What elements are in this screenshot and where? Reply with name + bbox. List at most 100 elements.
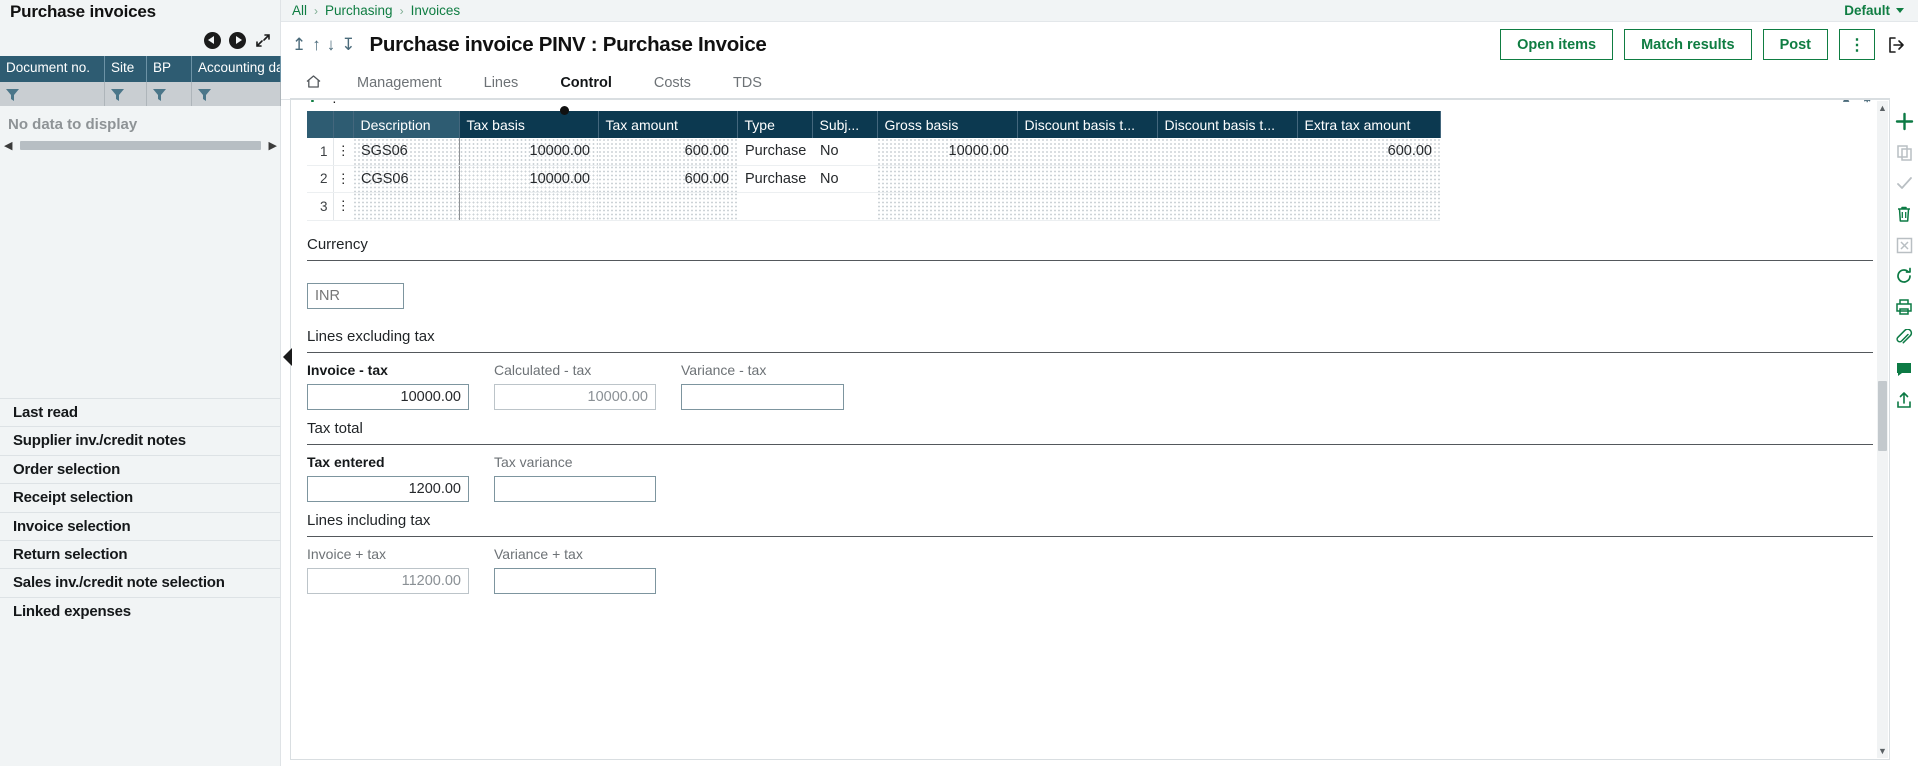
column-header-tax-basis[interactable]: Tax basis — [459, 111, 599, 138]
tab-tds[interactable]: TDS — [712, 67, 783, 100]
column-header-accounting-date[interactable]: Accounting da — [192, 56, 281, 82]
profile-label[interactable]: Default — [1844, 3, 1890, 18]
filter-cell-accounting-date[interactable] — [192, 82, 281, 106]
breadcrumb-all[interactable]: All — [292, 3, 307, 18]
circle-right-arrow-icon[interactable] — [229, 31, 246, 49]
check-icon[interactable] — [1891, 168, 1917, 198]
sidebar-item-supplier-inv-credit-notes[interactable]: Supplier inv./credit notes — [0, 426, 281, 454]
cell-discount-basis-1[interactable] — [1017, 138, 1157, 166]
first-record-icon[interactable]: ↥ — [292, 36, 306, 53]
table-row[interactable]: 1 ⋮ SGS06 10000.00 600.00 Purchase No 10… — [307, 138, 1440, 166]
column-header-bp[interactable]: BP — [147, 56, 192, 82]
grid-expand-icon[interactable]: ▴ — [1843, 100, 1850, 104]
cell-extra-tax-amount[interactable] — [1297, 192, 1440, 221]
cell-extra-tax-amount[interactable] — [1297, 165, 1440, 193]
filter-cell-site[interactable] — [105, 82, 147, 106]
cell-tax-amount[interactable]: 600.00 — [598, 165, 737, 193]
cell-gross-basis[interactable] — [877, 192, 1017, 221]
tax-entered-input[interactable] — [307, 476, 469, 502]
cell-gross-basis[interactable] — [877, 165, 1017, 193]
add-line-icon[interactable]: ✚ — [307, 100, 318, 104]
expand-diagonal-icon[interactable] — [254, 31, 272, 49]
scroll-up-icon[interactable]: ▲ — [1878, 103, 1887, 113]
sidebar-item-linked-expenses[interactable]: Linked expenses — [0, 596, 281, 625]
next-record-icon[interactable]: ↓ — [327, 36, 336, 53]
tab-management[interactable]: Management — [336, 67, 463, 100]
chevron-down-icon[interactable] — [1896, 8, 1904, 13]
tab-home[interactable] — [293, 67, 336, 100]
previous-record-icon[interactable]: ↑ — [312, 36, 321, 53]
scroll-right-icon[interactable]: ▶ — [265, 139, 281, 152]
cell-tax-basis[interactable]: 10000.00 — [458, 165, 598, 193]
grid-menu-icon[interactable]: ⋮ — [328, 100, 341, 104]
sidebar-item-return-selection[interactable]: Return selection — [0, 539, 281, 568]
kebab-vertical-icon[interactable]: ⋮ — [333, 165, 353, 193]
add-icon[interactable] — [1891, 106, 1917, 136]
profile-selector[interactable]: Default — [1844, 3, 1904, 18]
sidebar-item-sales-inv-credit-note-selection[interactable]: Sales inv./credit note selection — [0, 568, 281, 596]
cell-tax-amount[interactable] — [598, 192, 737, 221]
invoice-minus-tax-input[interactable] — [307, 384, 469, 410]
cell-description[interactable]: SGS06 — [353, 138, 459, 166]
kebab-vertical-icon[interactable]: ⋮ — [333, 138, 353, 166]
column-header-site[interactable]: Site — [105, 56, 147, 82]
table-row[interactable]: 3 ⋮ — [307, 192, 1440, 221]
cell-gross-basis[interactable]: 10000.00 — [877, 138, 1017, 166]
delete-icon[interactable] — [1891, 199, 1917, 229]
cell-tax-basis[interactable] — [458, 192, 598, 221]
breadcrumb-invoices[interactable]: Invoices — [411, 3, 461, 18]
panel-collapse-handle[interactable] — [283, 348, 292, 366]
scroll-left-icon[interactable]: ◀ — [0, 139, 16, 152]
column-header-description[interactable]: Description — [353, 111, 460, 138]
post-button[interactable]: Post — [1762, 29, 1828, 60]
variance-minus-tax-input[interactable] — [681, 384, 844, 410]
column-header-discount-basis-2[interactable]: Discount basis t... — [1157, 111, 1298, 138]
filter-cell-bp[interactable] — [147, 82, 192, 106]
column-header-subject[interactable]: Subj... — [812, 111, 878, 138]
copy-icon[interactable] — [1891, 137, 1917, 167]
print-icon[interactable] — [1891, 292, 1917, 322]
cell-tax-amount[interactable]: 600.00 — [598, 138, 737, 166]
variance-plus-tax-input[interactable] — [494, 568, 656, 594]
exit-icon[interactable] — [1886, 35, 1906, 55]
column-header-discount-basis-1[interactable]: Discount basis t... — [1017, 111, 1158, 138]
sidebar-item-last-read[interactable]: Last read — [0, 398, 281, 426]
tab-control[interactable]: Control — [539, 67, 633, 100]
scrollbar-thumb[interactable] — [20, 140, 261, 150]
table-row[interactable]: 2 ⋮ CGS06 10000.00 600.00 Purchase No — [307, 165, 1440, 193]
cell-description[interactable] — [353, 192, 459, 221]
cancel-icon[interactable] — [1891, 230, 1917, 260]
comment-icon[interactable] — [1891, 354, 1917, 384]
left-panel-horizontal-scrollbar[interactable]: ◀ ▶ — [0, 138, 281, 152]
tab-lines[interactable]: Lines — [463, 67, 540, 100]
kebab-vertical-icon[interactable]: ⋮ — [333, 192, 353, 221]
breadcrumb-purchasing[interactable]: Purchasing — [325, 3, 393, 18]
filter-cell-document-no[interactable] — [0, 82, 105, 106]
attach-icon[interactable] — [1891, 323, 1917, 353]
column-header-type[interactable]: Type — [737, 111, 813, 138]
cell-discount-basis-2[interactable] — [1157, 192, 1297, 221]
cell-description[interactable]: CGS06 — [353, 165, 459, 193]
open-items-button[interactable]: Open items — [1500, 29, 1614, 60]
scroll-down-icon[interactable]: ▼ — [1878, 746, 1887, 756]
cell-discount-basis-1[interactable] — [1017, 165, 1157, 193]
cell-discount-basis-2[interactable] — [1157, 165, 1297, 193]
cell-discount-basis-2[interactable] — [1157, 138, 1297, 166]
last-record-icon[interactable]: ↧ — [341, 36, 355, 53]
cell-discount-basis-1[interactable] — [1017, 192, 1157, 221]
cell-extra-tax-amount[interactable]: 600.00 — [1297, 138, 1440, 166]
sidebar-item-invoice-selection[interactable]: Invoice selection — [0, 511, 281, 540]
column-header-tax-amount[interactable]: Tax amount — [598, 111, 738, 138]
column-header-gross-basis[interactable]: Gross basis — [877, 111, 1018, 138]
circle-left-arrow-icon[interactable] — [204, 31, 221, 49]
refresh-icon[interactable] — [1891, 261, 1917, 291]
cell-tax-basis[interactable]: 10000.00 — [458, 138, 598, 166]
tab-costs[interactable]: Costs — [633, 67, 712, 100]
match-results-button[interactable]: Match results — [1624, 29, 1752, 60]
content-vertical-scrollbar[interactable]: ▲ ▼ — [1877, 101, 1888, 758]
grid-settings-icon[interactable]: ⚙ — [1861, 100, 1873, 104]
sidebar-item-receipt-selection[interactable]: Receipt selection — [0, 483, 281, 511]
column-header-document-no[interactable]: Document no. — [0, 56, 105, 82]
scrollbar-thumb[interactable] — [1878, 381, 1887, 451]
tax-variance-input[interactable] — [494, 476, 656, 502]
